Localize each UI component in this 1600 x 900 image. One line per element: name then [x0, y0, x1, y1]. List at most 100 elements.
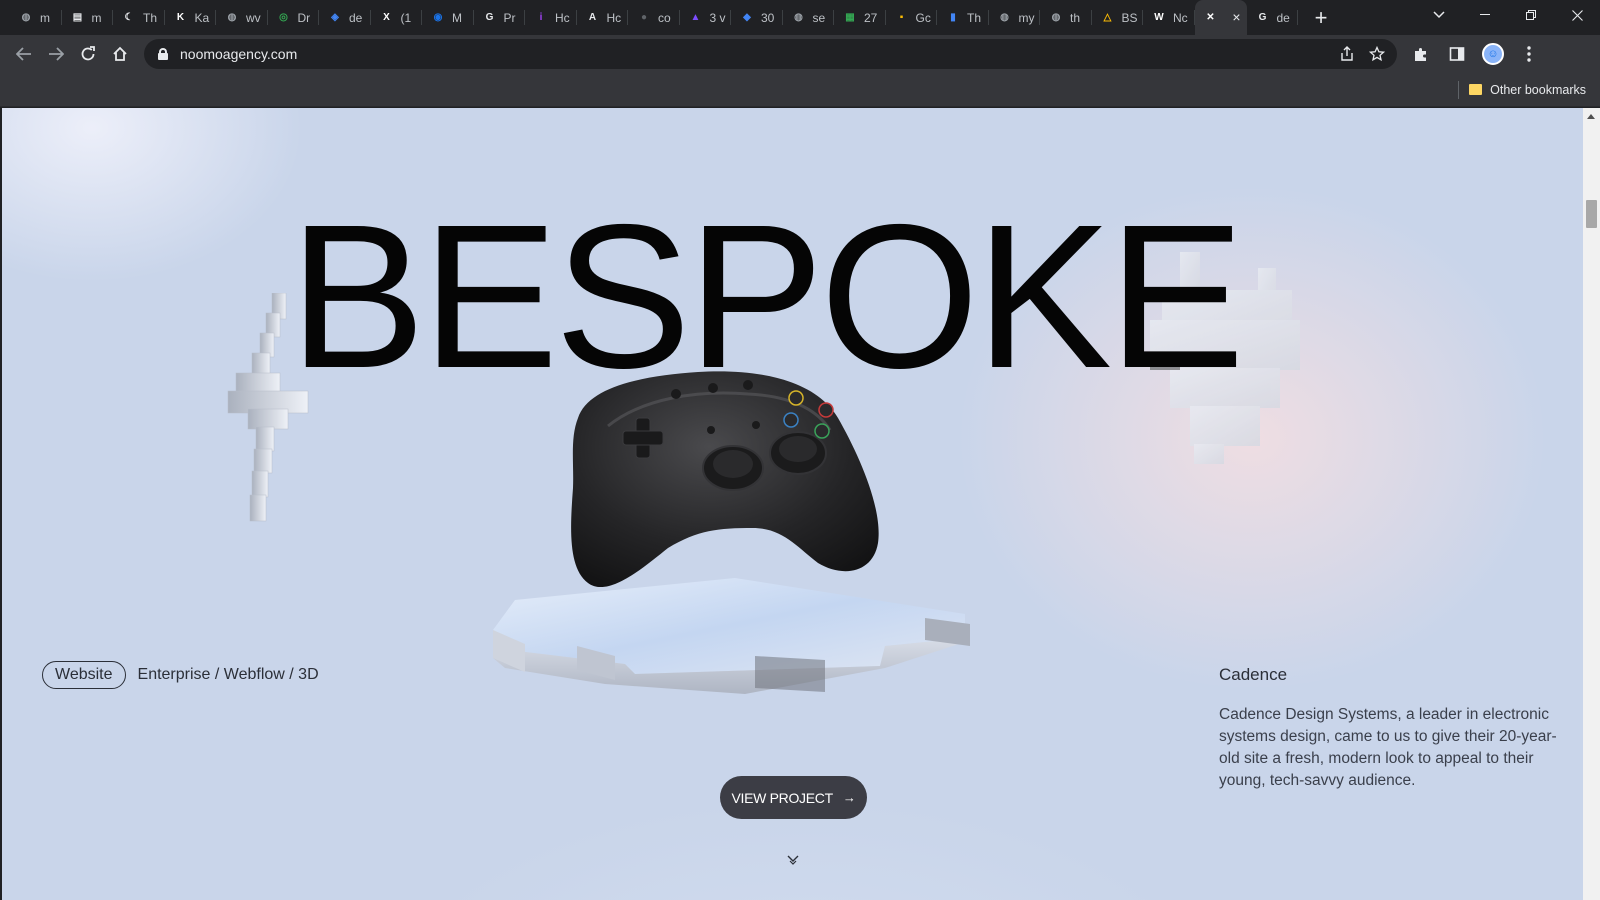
browser-tab[interactable]: ▲ 3 v — [680, 0, 732, 35]
tab-title: 3 v — [709, 10, 726, 25]
address-bar[interactable]: noomoagency.com — [144, 39, 1397, 69]
browser-tab[interactable]: ☾ Th — [113, 0, 165, 35]
browser-tab[interactable]: ◈ de — [319, 0, 371, 35]
scroll-down-chevron-icon[interactable] — [787, 853, 799, 865]
tab-title: th — [1070, 10, 1081, 25]
close-window-button[interactable] — [1554, 0, 1600, 30]
forward-button[interactable] — [40, 38, 72, 70]
bookmark-star-icon[interactable] — [1369, 46, 1385, 62]
kebab-menu-icon — [1527, 46, 1531, 62]
tab-title: m — [91, 10, 102, 25]
project-description: Cadence Design Systems, a leader in elec… — [1219, 706, 1557, 789]
arrow-right-icon: → — [842, 790, 856, 805]
new-tab-button[interactable]: + — [1304, 0, 1338, 35]
project-title: Cadence — [1219, 665, 1288, 684]
tab-title: m — [40, 10, 50, 25]
tab-title: Th — [967, 10, 982, 25]
browser-tab[interactable]: ▮ Th — [937, 0, 989, 35]
browser-tab[interactable]: X (1 — [371, 0, 423, 35]
w-logo-icon: W — [1154, 12, 1164, 23]
minimize-button[interactable] — [1462, 0, 1508, 30]
home-button[interactable] — [104, 38, 136, 70]
page-icon: ▤ — [72, 12, 83, 23]
reload-icon — [81, 46, 95, 61]
share-icon[interactable] — [1339, 46, 1355, 62]
project-categories: Enterprise / Webflow / 3D — [137, 666, 319, 683]
chevron-down-icon — [1433, 11, 1445, 19]
menu-button[interactable] — [1515, 40, 1543, 68]
browser-tab[interactable]: ✕ × — [1194, 0, 1247, 35]
tab-search-button[interactable] — [1416, 0, 1462, 30]
browser-tab[interactable]: ▤ m — [62, 0, 114, 35]
tab-title: Hc — [555, 10, 570, 25]
noomo-icon: ✕ — [1206, 12, 1215, 23]
tab-title: Pr — [503, 10, 516, 25]
close-tab-icon[interactable]: × — [1232, 9, 1240, 25]
robot-icon: ◈ — [331, 12, 339, 23]
profile-button[interactable]: ☺ — [1479, 40, 1507, 68]
page-viewport: BESPOKE Website Enterprise / Webflow / 3… — [2, 108, 1583, 900]
browser-tab[interactable]: ▦ 27 — [834, 0, 886, 35]
browser-tab[interactable]: ◍ wv — [216, 0, 268, 35]
browser-tab[interactable]: ◍ my — [989, 0, 1041, 35]
keep-icon: ▪ — [899, 12, 904, 23]
rocket-icon: ▲ — [690, 12, 701, 23]
other-bookmarks-label[interactable]: Other bookmarks — [1490, 83, 1586, 97]
lock-icon[interactable] — [158, 48, 168, 60]
browser-tab[interactable]: ◍ m — [10, 0, 62, 35]
browser-tab[interactable]: G Pr — [474, 0, 526, 35]
extensions-button[interactable] — [1407, 40, 1435, 68]
google-icon: G — [485, 12, 494, 23]
tab-title: se — [812, 10, 826, 25]
restore-button[interactable] — [1508, 0, 1554, 30]
view-project-button[interactable]: VIEW PROJECT → — [720, 776, 867, 819]
drive-icon: △ — [1103, 12, 1112, 23]
avatar: ☺ — [1482, 43, 1504, 65]
game-controller-3d — [571, 371, 879, 588]
browser-tab[interactable]: ◆ 30 — [731, 0, 783, 35]
tab-title: (1 — [400, 10, 412, 25]
book-icon: ▮ — [950, 12, 956, 23]
x-logo-icon: X — [383, 12, 390, 23]
restore-icon — [1526, 10, 1536, 20]
url-text[interactable]: noomoagency.com — [180, 46, 297, 62]
browser-tab[interactable]: ◍ se — [783, 0, 835, 35]
browser-tab[interactable]: △ BS — [1092, 0, 1144, 35]
tab-title: Th — [143, 10, 158, 25]
back-button[interactable] — [8, 38, 40, 70]
tab-title: de — [349, 10, 363, 25]
a-logo-icon: A — [588, 12, 597, 23]
browser-tab[interactable]: i Hc — [525, 0, 577, 35]
scroll-up-arrow-icon[interactable] — [1587, 114, 1595, 119]
close-icon — [1571, 9, 1583, 21]
browser-tab[interactable]: W Nc — [1143, 0, 1195, 35]
scrollbar-thumb[interactable] — [1586, 200, 1597, 228]
browser-tab[interactable]: ◍ th — [1040, 0, 1092, 35]
browser-tab[interactable]: ● co — [628, 0, 680, 35]
tab-title: de — [1276, 10, 1290, 25]
folder-icon[interactable] — [1469, 84, 1483, 95]
browser-tab[interactable]: ▪ Gc — [886, 0, 938, 35]
browser-tab[interactable]: Gde — [1247, 0, 1299, 35]
tab-title: co — [658, 10, 671, 25]
globe-icon: ◍ — [21, 12, 31, 23]
reload-button[interactable] — [72, 38, 104, 70]
browser-tab[interactable]: K Ka — [165, 0, 217, 35]
bookmarks-divider — [1458, 80, 1460, 99]
tab-title: wv — [246, 10, 261, 25]
k-logo-icon: K — [176, 12, 185, 23]
bookmarks-bar: Other bookmarks — [0, 73, 1600, 107]
tab-title: 30 — [761, 10, 775, 25]
tab-title: Nc — [1173, 10, 1188, 25]
tab-list: ◍ m ▤ m ☾ Th K Ka ◍ wv ◎ Dr ◈ de X (1 ◉ M G Pr i Hc A Hc ● co ▲ 3 v… — [0, 0, 1298, 35]
browser-tab[interactable]: A Hc — [577, 0, 629, 35]
project-tags: Website Enterprise / Webflow / 3D — [42, 661, 319, 689]
tab-title: Gc — [915, 10, 931, 25]
browser-tab[interactable]: ◎ Dr — [268, 0, 320, 35]
side-panel-button[interactable] — [1443, 40, 1471, 68]
globe-icon: ◍ — [1051, 12, 1061, 23]
project-type-badge: Website — [42, 661, 126, 689]
page-scrollbar[interactable] — [1583, 108, 1600, 900]
search-logo-icon: ◉ — [433, 12, 443, 23]
browser-tab[interactable]: ◉ M — [422, 0, 474, 35]
